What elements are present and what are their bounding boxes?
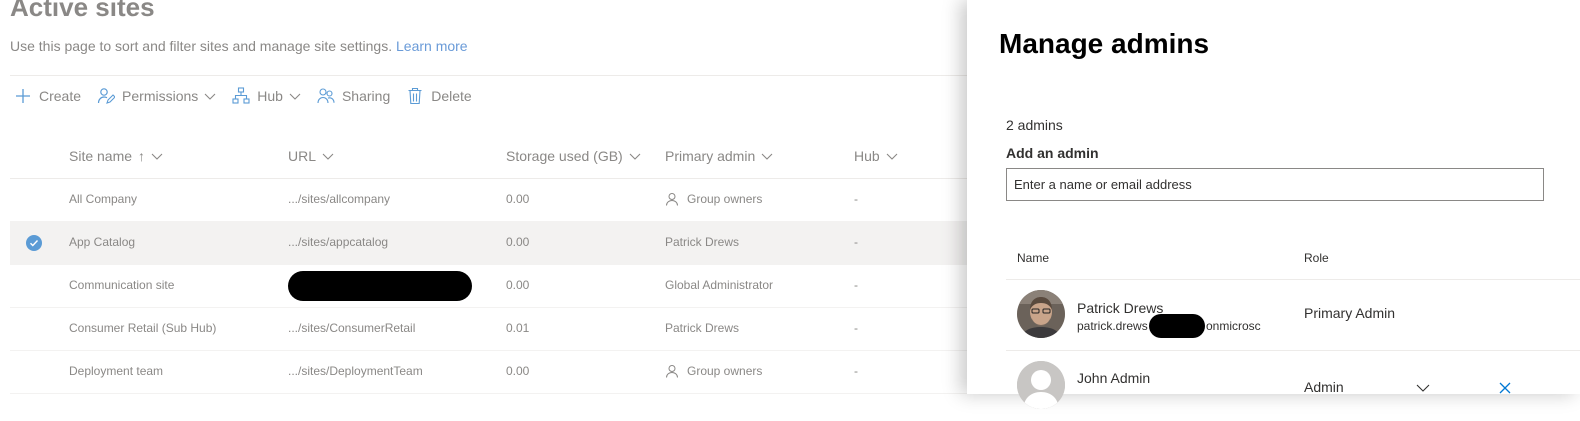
panel-title: Manage admins: [999, 28, 1210, 59]
hub-button[interactable]: Hub: [232, 87, 301, 105]
admin-email: patrick.drews: [1077, 319, 1148, 333]
admins-count: 2 admins: [1006, 117, 1063, 133]
hub-cell: -: [854, 364, 858, 378]
chevron-down-icon: [761, 150, 773, 162]
sort-ascending-icon: ↑: [138, 148, 146, 164]
table-row[interactable]: App Catalog .../sites/appcatalog 0.00 Patri…: [10, 222, 980, 265]
column-header-role: Role: [1304, 251, 1329, 265]
url-cell: .../sites/allcompany: [288, 192, 391, 206]
column-header-hub[interactable]: Hub: [854, 148, 898, 164]
site-name-cell[interactable]: Communication site: [69, 278, 174, 292]
sharing-icon: [317, 87, 335, 105]
command-bar: Create Permissions Hub Sharing Delete: [14, 85, 488, 107]
admins-grid-header: Name Role: [1006, 240, 1580, 280]
table-row[interactable]: Communication site 0.00 Global Administrat…: [10, 265, 980, 308]
table-row[interactable]: Deployment team .../sites/DeploymentTeam 0…: [10, 351, 980, 394]
add-admin-label: Add an admin: [1006, 145, 1099, 161]
role-dropdown[interactable]: Admin: [1304, 379, 1344, 395]
primary-admin-cell: Patrick Drews: [665, 321, 740, 335]
column-header-primary-admin[interactable]: Primary admin: [665, 148, 773, 164]
site-name-cell[interactable]: All Company: [69, 192, 137, 206]
page-description: Use this page to sort and filter sites a…: [10, 38, 468, 54]
hub-cell: -: [854, 321, 858, 335]
chevron-down-icon: [886, 150, 898, 162]
chevron-down-icon: [629, 150, 641, 162]
site-name-cell[interactable]: Consumer Retail (Sub Hub): [69, 321, 216, 335]
column-header-site-name[interactable]: Site name ↑: [69, 148, 163, 164]
admin-email-domain: onmicrosc: [1206, 319, 1261, 333]
avatar: [1017, 290, 1065, 338]
active-sites-page: Active sites Use this page to sort and f…: [0, 0, 980, 394]
site-name-cell[interactable]: Deployment team: [69, 364, 163, 378]
delete-label: Delete: [431, 88, 472, 104]
redacted-email: [1149, 314, 1205, 338]
column-header-name: Name: [1017, 251, 1050, 265]
table-row[interactable]: Consumer Retail (Sub Hub) .../sites/Consu…: [10, 308, 980, 351]
page-title: Active sites: [10, 0, 155, 22]
admin-row: John Admin Admin: [1006, 351, 1580, 421]
manage-admins-panel: Manage admins 2 admins Add an admin Name…: [967, 0, 1580, 409]
storage-cell: 0.01: [506, 321, 530, 335]
chevron-down-icon: [151, 150, 163, 162]
hub-cell: -: [854, 192, 858, 206]
sharing-button[interactable]: Sharing: [317, 87, 390, 105]
create-button[interactable]: Create: [14, 87, 81, 105]
primary-admin-cell: Global Administrator: [665, 278, 774, 292]
plus-icon: [14, 87, 32, 105]
url-cell: .../sites/appcatalog: [288, 235, 389, 249]
primary-admin-cell: Group owners: [665, 192, 762, 206]
add-admin-input[interactable]: [1006, 168, 1544, 201]
checkmark-icon[interactable]: [26, 235, 42, 251]
primary-admin-cell: Patrick Drews: [665, 235, 740, 249]
trash-icon: [406, 87, 424, 105]
column-header-storage[interactable]: Storage used (GB): [506, 148, 641, 164]
url-cell: .../sites/DeploymentTeam: [288, 364, 423, 378]
chevron-down-icon: [322, 150, 334, 162]
hub-cell: -: [854, 278, 858, 292]
storage-cell: 0.00: [506, 192, 530, 206]
redacted-url: [288, 271, 472, 301]
admin-row: Patrick Drews patrick.drews onmicrosc Pr…: [1006, 280, 1580, 351]
divider: [10, 75, 980, 76]
hub-cell: -: [854, 235, 858, 249]
storage-cell: 0.00: [506, 235, 530, 249]
remove-admin-icon[interactable]: [1498, 381, 1512, 395]
chevron-down-icon[interactable]: [1416, 381, 1430, 395]
admin-name: Patrick Drews: [1077, 300, 1164, 316]
storage-cell: 0.00: [506, 364, 530, 378]
primary-admin-cell: Group owners: [665, 364, 762, 378]
table-header: Site name ↑ URL Storage used (GB) Primar…: [10, 138, 980, 179]
chevron-down-icon: [289, 90, 301, 102]
person-icon: [665, 364, 679, 378]
site-name-cell[interactable]: App Catalog: [69, 235, 135, 249]
storage-cell: 0.00: [506, 278, 530, 292]
delete-button[interactable]: Delete: [406, 87, 472, 105]
column-header-url[interactable]: URL: [288, 148, 334, 164]
permissions-icon: [97, 87, 116, 105]
url-cell: .../sites/ConsumerRetail: [288, 321, 416, 335]
permissions-label: Permissions: [122, 88, 199, 104]
page-description-text: Use this page to sort and filter sites a…: [10, 38, 393, 54]
person-icon: [665, 192, 679, 206]
table-row[interactable]: All Company .../sites/allcompany 0.00 Group…: [10, 179, 980, 222]
learn-more-link[interactable]: Learn more: [396, 38, 468, 54]
chevron-down-icon: [204, 90, 216, 102]
create-label: Create: [39, 88, 82, 104]
hub-label: Hub: [257, 88, 283, 104]
sharing-label: Sharing: [341, 88, 391, 104]
avatar: [1017, 361, 1065, 409]
permissions-button[interactable]: Permissions: [97, 87, 216, 105]
hub-icon: [232, 87, 250, 105]
admin-role: Primary Admin: [1304, 305, 1396, 321]
admin-name: John Admin: [1077, 370, 1151, 386]
